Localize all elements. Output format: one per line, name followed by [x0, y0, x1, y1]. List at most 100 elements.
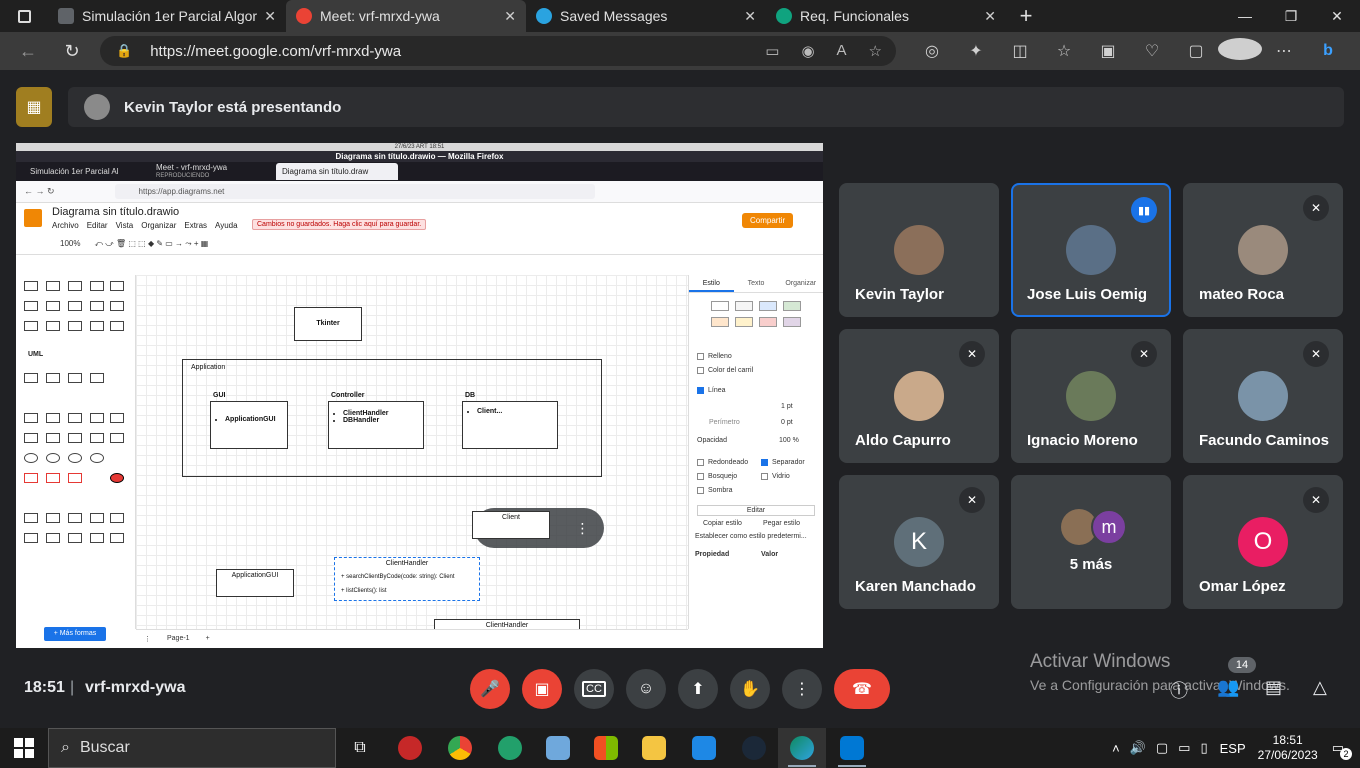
tray-chevron-icon[interactable]: ˄	[1112, 741, 1120, 756]
mic-toggle-button[interactable]: 🎤	[470, 669, 510, 709]
network-icon[interactable]: ▭	[1178, 740, 1190, 756]
style-swatch[interactable]	[735, 301, 753, 311]
more-options-button[interactable]: ⋮	[782, 669, 822, 709]
extension-icon[interactable]: ◎	[910, 41, 954, 61]
minimize-button[interactable]: —	[1222, 0, 1268, 32]
restore-button[interactable]: ❐	[1268, 0, 1314, 32]
sombra-checkbox[interactable]	[697, 487, 704, 494]
shape[interactable]	[46, 533, 60, 543]
shape[interactable]	[110, 473, 124, 483]
shape[interactable]	[46, 473, 60, 483]
address-bar[interactable]: 🔒 https://meet.google.com/vrf-mrxd-ywa ▭…	[100, 36, 896, 66]
taskbar-mail[interactable]	[680, 728, 728, 768]
shape[interactable]	[68, 413, 82, 423]
present-button[interactable]: ⬆	[678, 669, 718, 709]
participant-tile[interactable]: ✕ Aldo Capurro	[839, 329, 999, 463]
shape[interactable]	[90, 433, 104, 443]
clienthandler-class-selected[interactable]: ClientHandler + searchClientByCode(code:…	[334, 557, 480, 601]
participant-tile[interactable]: ✕ mateo Roca	[1183, 183, 1343, 317]
screenshot-icon[interactable]: ▢	[1174, 41, 1218, 61]
shape[interactable]	[90, 453, 104, 463]
shape[interactable]	[24, 373, 38, 383]
opacidad-value[interactable]: 100 %	[779, 437, 799, 444]
captions-button[interactable]: CC	[574, 669, 614, 709]
relleno-checkbox[interactable]	[697, 353, 704, 360]
read-aloud-icon[interactable]: A	[837, 42, 847, 60]
participant-tile[interactable]: ✕ Facundo Caminos	[1183, 329, 1343, 463]
tab-organizar[interactable]: Organizar	[778, 275, 823, 292]
taskbar-vscode[interactable]	[828, 728, 876, 768]
uml-section-label[interactable]: UML	[28, 351, 43, 358]
language-indicator[interactable]: ESP	[1220, 741, 1246, 756]
shape[interactable]	[90, 321, 104, 331]
shape[interactable]	[68, 301, 82, 311]
shape[interactable]	[90, 281, 104, 291]
separador-row[interactable]: Separador	[761, 459, 805, 466]
tkinter-package[interactable]: Tkinter	[294, 307, 362, 341]
start-button[interactable]	[14, 738, 34, 758]
pegar-estilo-button[interactable]: Pegar estilo	[763, 520, 800, 527]
close-window-button[interactable]: ✕	[1314, 0, 1360, 32]
style-swatch[interactable]	[759, 301, 777, 311]
bing-icon[interactable]: b	[1306, 42, 1350, 60]
taskbar-chrome[interactable]	[436, 728, 484, 768]
shape[interactable]	[68, 433, 82, 443]
camera-toggle-button[interactable]: ▣	[522, 669, 562, 709]
shape[interactable]	[24, 321, 38, 331]
shape[interactable]	[68, 473, 82, 483]
taskbar-app[interactable]	[386, 728, 434, 768]
taskbar-clock[interactable]: 18:51 27/06/2023	[1258, 733, 1318, 763]
close-tab-icon[interactable]: ✕	[984, 8, 996, 25]
shape[interactable]	[90, 301, 104, 311]
client-class[interactable]: Client	[472, 511, 550, 539]
shape[interactable]	[24, 413, 38, 423]
meeting-info-button[interactable]: ⓘ	[1170, 677, 1188, 703]
appgui-class[interactable]: ApplicationGUI	[216, 569, 294, 597]
tab-texto[interactable]: Texto	[734, 275, 779, 292]
shape[interactable]	[46, 433, 60, 443]
vidrio-row[interactable]: Vidrio	[761, 473, 790, 480]
camera-icon[interactable]: ▭	[765, 42, 779, 60]
menu-item[interactable]: Archivo	[52, 221, 79, 230]
gui-package[interactable]: GUI ApplicationGUI	[210, 392, 288, 449]
close-tab-icon[interactable]: ✕	[504, 8, 516, 25]
leave-call-button[interactable]: ☎	[834, 669, 890, 709]
stop-presenting-button[interactable]: ▦	[16, 87, 52, 127]
shape[interactable]	[24, 281, 38, 291]
shape[interactable]	[90, 373, 104, 383]
collections-icon[interactable]: ▣	[1086, 41, 1130, 61]
unsaved-warning[interactable]: Cambios no guardados. Haga clic aquí par…	[252, 219, 427, 230]
shape[interactable]	[110, 281, 124, 291]
shape[interactable]	[46, 453, 60, 463]
shape[interactable]	[46, 513, 60, 523]
volume-icon[interactable]: 🔊	[1130, 740, 1146, 756]
tab-simulacion[interactable]: Simulación 1er Parcial Algoritmo ✕	[48, 0, 286, 32]
people-button[interactable]: 👥	[1217, 677, 1239, 698]
ff-tab[interactable]: Meet - vrf-mrxd-ywa REPRODUCIENDO	[150, 163, 272, 180]
linea-checkbox[interactable]	[697, 387, 704, 394]
tab-actions-button[interactable]	[0, 0, 48, 32]
pages-menu-icon[interactable]: ⋮	[144, 635, 151, 643]
shape[interactable]	[68, 513, 82, 523]
more-menu-icon[interactable]: ⋯	[1262, 41, 1306, 61]
shape[interactable]	[110, 433, 124, 443]
bosquejo-checkbox[interactable]	[697, 473, 704, 480]
split-screen-icon[interactable]: ◫	[998, 41, 1042, 61]
participant-tile[interactable]: ✕ Ignacio Moreno	[1011, 329, 1171, 463]
style-swatch[interactable]	[735, 317, 753, 327]
shared-screen[interactable]: 27/6/23 ART 18:51 Diagrama sin título.dr…	[16, 143, 823, 648]
shape[interactable]	[46, 321, 60, 331]
shape[interactable]	[110, 413, 124, 423]
menu-item[interactable]: Vista	[116, 221, 134, 230]
close-tab-icon[interactable]: ✕	[264, 8, 276, 25]
participant-tile[interactable]: K ✕ Karen Manchado	[839, 475, 999, 609]
ff-tab-active[interactable]: Diagrama sin título.draw	[276, 163, 398, 180]
reload-button[interactable]: ↻	[50, 32, 94, 70]
shape[interactable]	[24, 301, 38, 311]
diagram-canvas[interactable]: Tkinter Application GUI ApplicationGUI C…	[136, 275, 688, 629]
shape[interactable]	[90, 533, 104, 543]
sombra-row[interactable]: Sombra	[697, 487, 733, 494]
clienthandler2-class[interactable]: ClientHandler	[434, 619, 580, 629]
ff-tab[interactable]: Simulación 1er Parcial Al	[24, 163, 146, 180]
more-options-icon[interactable]: ⋮	[576, 520, 590, 537]
